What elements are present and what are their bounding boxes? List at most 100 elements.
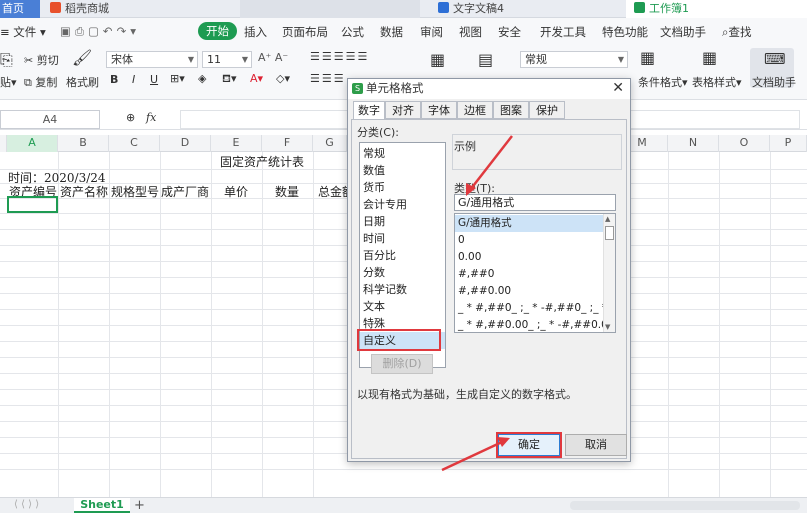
clear-format-button[interactable]: ◇▾	[276, 72, 290, 85]
type-item[interactable]: G/通用格式	[455, 215, 603, 232]
chevron-up-icon[interactable]: ▲	[605, 215, 610, 223]
header-unit-price[interactable]: 单价	[224, 183, 248, 200]
font-color-button[interactable]: A▾	[250, 72, 263, 85]
sheet-title[interactable]: 固定资产统计表	[220, 153, 304, 170]
menu-view[interactable]: 视图	[459, 24, 482, 40]
tab-doc[interactable]: 文字文稿4	[430, 0, 620, 18]
category-item[interactable]: 科学记数	[360, 281, 445, 298]
tab-store[interactable]: 稻壳商城	[44, 0, 234, 18]
menu-layout[interactable]: 页面布局	[282, 24, 328, 40]
menu-devtools[interactable]: 开发工具	[540, 24, 586, 40]
menu-start[interactable]: 开始	[198, 22, 237, 40]
tab-home[interactable]: 首页	[0, 0, 40, 18]
category-item[interactable]: 常规	[360, 145, 445, 162]
tab-border[interactable]: 边框	[457, 101, 493, 119]
cut-button[interactable]: ✂ 剪切	[24, 52, 59, 68]
bold-button[interactable]: B	[110, 73, 118, 86]
category-item[interactable]: 货币	[360, 179, 445, 196]
header-manufacturer[interactable]: 成产厂商	[161, 183, 209, 200]
col-header-b[interactable]: B	[58, 135, 109, 152]
category-item[interactable]: 分数	[360, 264, 445, 281]
tab-blurred[interactable]	[240, 0, 420, 18]
cond-format-button[interactable]: 条件格式▾	[638, 74, 688, 90]
category-item[interactable]: 数值	[360, 162, 445, 179]
type-item[interactable]: #,##0.00	[455, 283, 603, 300]
table-style-button[interactable]: 表格样式▾	[692, 74, 742, 90]
menu-data[interactable]: 数据	[380, 24, 403, 40]
category-item[interactable]: 会计专用	[360, 196, 445, 213]
type-item[interactable]: 0.00	[455, 249, 603, 266]
menu-formula[interactable]: 公式	[341, 24, 364, 40]
col-header-o[interactable]: O	[719, 135, 770, 152]
menu-insert[interactable]: 插入	[244, 24, 267, 40]
wrap-icon[interactable]: ▤	[478, 50, 493, 69]
category-item[interactable]: 百分比	[360, 247, 445, 264]
type-list[interactable]: G/通用格式 0 0.00 #,##0 #,##0.00 _ * #,##0_ …	[454, 213, 616, 333]
col-header-a[interactable]: A	[7, 135, 58, 152]
paste-button[interactable]: 贴▾	[0, 74, 17, 90]
format-painter-button[interactable]: 格式刷	[66, 74, 99, 90]
sheet-tab-sheet1[interactable]: Sheet1	[74, 498, 130, 513]
tab-font[interactable]: 字体	[421, 101, 457, 119]
scroll-thumb[interactable]	[605, 226, 614, 240]
tab-protection[interactable]: 保护	[529, 101, 565, 119]
fill-color-picker[interactable]: ⛾▾	[222, 72, 237, 87]
category-list[interactable]: 常规 数值 货币 会计专用 日期 时间 百分比 分数 科学记数 文本 特殊 自定…	[359, 142, 446, 368]
font-grow-shrink[interactable]: A⁺ A⁻	[258, 51, 288, 64]
col-header-n[interactable]: N	[668, 135, 719, 152]
tab-pattern[interactable]: 图案	[493, 101, 529, 119]
number-format-select[interactable]: 常规 ▼	[520, 51, 628, 68]
close-icon[interactable]: ✕	[612, 79, 624, 98]
zoom-icon[interactable]: ⊕	[126, 111, 135, 124]
quick-access-toolbar[interactable]: ▣⎙▢↶↷▾	[60, 24, 140, 39]
category-item[interactable]: 文本	[360, 298, 445, 315]
font-name-select[interactable]: 宋体 ▼	[106, 51, 198, 68]
cancel-button[interactable]: 取消	[565, 434, 627, 456]
type-list-scrollbar[interactable]: ▲ ▼	[603, 214, 615, 332]
copy-button[interactable]: ⧉ 复制	[24, 74, 57, 90]
col-header-p[interactable]: P	[770, 135, 807, 152]
chevron-down-icon[interactable]: ▼	[605, 323, 610, 331]
italic-button[interactable]: I	[132, 73, 135, 86]
corner-cell[interactable]	[0, 135, 7, 152]
col-header-e[interactable]: E	[211, 135, 262, 152]
type-input[interactable]: G/通用格式	[454, 194, 616, 211]
format-painter-icon[interactable]: 🖌	[72, 48, 92, 67]
header-quantity[interactable]: 数量	[275, 183, 299, 200]
tab-alignment[interactable]: 对齐	[385, 101, 421, 119]
category-item[interactable]: 时间	[360, 230, 445, 247]
delete-button[interactable]: 删除(D)	[371, 354, 433, 374]
menu-review[interactable]: 审阅	[420, 24, 443, 40]
dialog-titlebar[interactable]: S 单元格格式 ✕	[348, 79, 630, 99]
add-sheet-icon[interactable]: +	[134, 498, 145, 513]
doc-assist-button[interactable]: ⌨ 文档助手	[750, 48, 796, 89]
selected-cell-a4[interactable]	[7, 196, 58, 213]
menu-security[interactable]: 安全	[498, 24, 521, 40]
menu-features[interactable]: 特色功能	[602, 24, 648, 40]
category-item[interactable]: 特殊	[360, 315, 445, 332]
sheet-nav-arrows[interactable]: ⟨ ⟨ ⟩ ⟩	[14, 499, 39, 510]
col-header-g[interactable]: G	[313, 135, 347, 152]
type-item[interactable]: _ * #,##0.00_ ;_ * -#,##0.00_ ;_ * "-"??…	[455, 317, 603, 332]
merge-icon[interactable]: ▦	[430, 50, 445, 69]
category-item[interactable]: 日期	[360, 213, 445, 230]
align-top-row[interactable]: ☰☰☰☰☰	[310, 50, 369, 63]
fx-button[interactable]: fx	[146, 111, 156, 124]
type-item[interactable]: _ * #,##0_ ;_ * -#,##0_ ;_ * "-"_ ;_ @_	[455, 300, 603, 317]
fill-color-button[interactable]: ◈	[198, 72, 206, 85]
menu-docassist[interactable]: 文档助手	[660, 24, 706, 40]
type-item[interactable]: 0	[455, 232, 603, 249]
col-header-d[interactable]: D	[160, 135, 211, 152]
col-header-f[interactable]: F	[262, 135, 313, 152]
align-bottom-row[interactable]: ☰☰☰	[310, 72, 346, 85]
category-item-custom[interactable]: 自定义	[360, 332, 445, 349]
border-button[interactable]: ⊞▾	[170, 72, 185, 85]
type-item[interactable]: #,##0	[455, 266, 603, 283]
font-size-select[interactable]: 11 ▼	[202, 51, 252, 68]
tab-workbook[interactable]: 工作簿1	[626, 0, 807, 18]
horizontal-scrollbar[interactable]	[570, 501, 800, 510]
header-spec[interactable]: 规格型号	[111, 183, 159, 200]
header-asset-name[interactable]: 资产名称	[60, 183, 108, 200]
paste-icon[interactable]: ⎘	[0, 50, 13, 70]
col-header-c[interactable]: C	[109, 135, 160, 152]
